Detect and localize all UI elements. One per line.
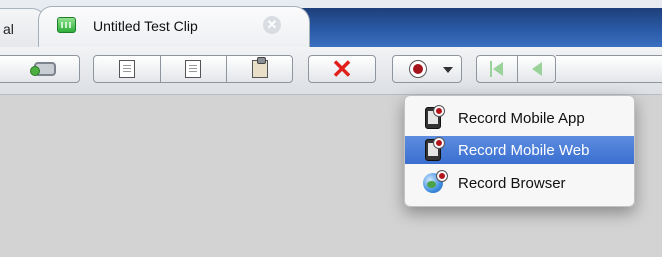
paste-button[interactable] (226, 56, 294, 82)
chevron-down-icon (443, 67, 453, 73)
mobile-app-icon (425, 105, 445, 129)
camera-button[interactable] (0, 55, 80, 83)
new-doc-button[interactable] (94, 56, 160, 82)
toolbar: ✕ (0, 47, 662, 95)
camera-icon (30, 62, 56, 76)
new-doc-icon (119, 60, 135, 78)
paste-icon (252, 57, 268, 78)
record-menu: Record Mobile App Record Mobile Web Reco… (404, 95, 635, 207)
skip-back-icon (490, 61, 504, 77)
delete-x-icon: ✕ (331, 54, 353, 84)
record-dropdown-button[interactable] (392, 55, 462, 83)
mobile-web-icon (425, 137, 445, 161)
menu-item-record-browser[interactable]: Record Browser (405, 169, 634, 197)
step-back-icon (532, 62, 542, 76)
delete-button[interactable]: ✕ (308, 55, 376, 83)
menu-item-label: Record Browser (458, 174, 566, 192)
skip-back-button[interactable] (477, 56, 517, 82)
menu-item-record-mobile-app[interactable]: Record Mobile App (405, 104, 634, 132)
step-back-button[interactable] (517, 56, 557, 82)
copy-button[interactable] (160, 56, 226, 82)
tab-previous-label: al (3, 21, 14, 37)
tab-bar: al Untitled Test Clip ✕ (0, 0, 662, 47)
clip-icon (57, 17, 76, 33)
copy-icon (185, 60, 201, 78)
toolbar-field[interactable] (556, 55, 662, 83)
playback-button-group (476, 55, 556, 83)
edit-button-group (93, 55, 293, 83)
tab-bar-background (300, 8, 662, 47)
tab-untitled-test-clip[interactable]: Untitled Test Clip ✕ (38, 6, 310, 47)
browser-globe-icon (423, 170, 448, 193)
menu-item-label: Record Mobile App (458, 109, 585, 127)
menu-item-record-mobile-web[interactable]: Record Mobile Web (405, 136, 634, 164)
menu-item-label: Record Mobile Web (458, 141, 590, 159)
close-tab-icon[interactable]: ✕ (263, 16, 281, 34)
tab-title: Untitled Test Clip (93, 18, 198, 34)
record-icon (409, 60, 427, 78)
